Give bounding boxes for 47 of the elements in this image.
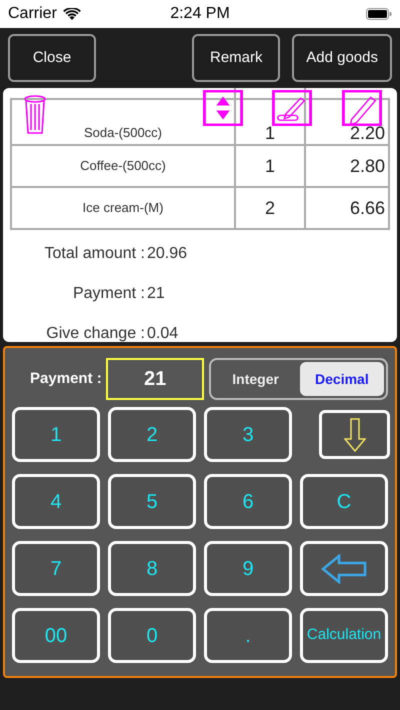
key-button[interactable]: C — [300, 474, 388, 529]
backspace-button[interactable] — [300, 541, 388, 596]
down-arrow-icon — [344, 418, 366, 452]
wifi-icon — [62, 8, 81, 20]
carrier-label: Carrier — [8, 4, 57, 24]
price-cell-text: 6.66 — [350, 196, 385, 220]
battery-icon — [366, 8, 392, 20]
quantity-cell-text: 2 — [264, 196, 275, 220]
quantity-cell-text: 1 — [264, 154, 275, 178]
total-label: Give change : — [45, 324, 146, 342]
total-label: Payment : — [72, 284, 146, 304]
toolbar-button[interactable]: Close — [8, 34, 96, 82]
left-arrow-icon — [321, 554, 367, 584]
sort-arrows-icon — [203, 90, 243, 126]
total-value: 20.96 — [147, 244, 188, 264]
key-button[interactable]: 6 — [204, 474, 292, 529]
price-cell-text: 2.80 — [350, 154, 385, 178]
key-button[interactable]: 8 — [108, 541, 196, 596]
key-button[interactable]: 4 — [12, 474, 100, 529]
toolbar-button[interactable]: Remark — [192, 34, 280, 82]
item-name: Coffee-(500cc) — [80, 157, 166, 176]
down-arrow-button[interactable] — [319, 410, 390, 459]
key-button[interactable]: 1 — [12, 407, 100, 462]
key-button[interactable]: 2 — [108, 407, 196, 462]
key-button[interactable]: 00 — [12, 608, 100, 663]
mode-tab[interactable]: Decimal — [300, 362, 384, 396]
item-name: Ice cream-(M) — [82, 199, 164, 218]
payment-label: Payment : — [29, 368, 103, 389]
trash-can-icon — [24, 95, 46, 135]
key-button[interactable]: 0 — [108, 608, 196, 663]
item-name: Soda-(500cc) — [84, 124, 162, 142]
key-button[interactable]: 9 — [204, 541, 292, 596]
total-value: 0.04 — [147, 324, 178, 342]
key-button[interactable]: . — [204, 608, 292, 663]
pencil-icon — [342, 90, 382, 126]
toolbar-button[interactable]: Add goods — [292, 34, 392, 82]
key-button[interactable]: 7 — [12, 541, 100, 596]
pencil-icon — [272, 90, 312, 126]
key-button[interactable]: 5 — [108, 474, 196, 529]
key-button[interactable]: Calculation — [300, 608, 388, 663]
total-label: Total amount : — [44, 244, 146, 264]
quantity-cell-text: 1 — [264, 122, 275, 144]
clock-time: 2:24 PM — [170, 4, 230, 24]
key-button[interactable]: 3 — [204, 407, 292, 462]
total-value: 21 — [147, 284, 165, 304]
price-cell-text: 2.20 — [350, 122, 385, 144]
payment-field[interactable]: 21 — [106, 358, 204, 400]
